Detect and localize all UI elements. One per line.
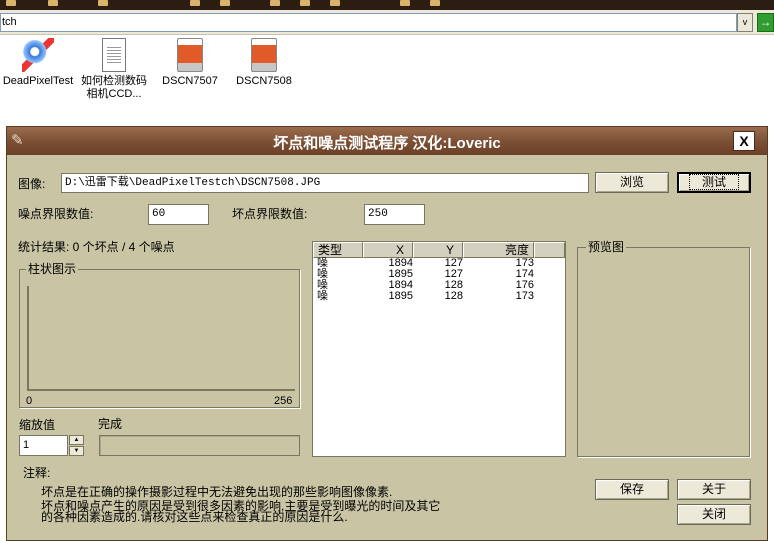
dead-threshold-label: 坏点界限数值:	[232, 207, 308, 221]
toolbar-icon[interactable]	[6, 0, 16, 6]
file-label: DeadPixelTest	[2, 75, 74, 87]
dead-pixel-dialog: ✎ 坏点和噪点测试程序 汉化:Loveric X 图像: D:\迅雷下载\Dea…	[6, 126, 768, 541]
cell-x: 1895	[388, 290, 413, 302]
address-dropdown-button[interactable]: v	[737, 13, 753, 32]
explorer-toolbar	[0, 0, 774, 10]
progress-label: 完成	[98, 417, 123, 431]
spin-down-icon[interactable]: ▼	[69, 446, 84, 456]
dead-pixel-app-icon	[22, 38, 54, 72]
image-label: 图像:	[18, 177, 46, 191]
note-title: 注释:	[23, 466, 51, 480]
column-header-blank[interactable]	[534, 242, 565, 258]
zoom-label: 缩放值	[19, 418, 56, 432]
address-input[interactable]: tch	[0, 13, 737, 32]
toolbar-icon[interactable]	[48, 0, 58, 6]
image-path-field[interactable]: D:\迅雷下载\DeadPixelTestch\DSCN7508.JPG	[61, 173, 589, 193]
spin-up-icon[interactable]: ▲	[69, 435, 84, 445]
go-button[interactable]: →	[757, 13, 774, 32]
toolbar-icon[interactable]	[430, 0, 440, 6]
table-row[interactable]: 噪 1895 128 173	[313, 291, 565, 302]
zoom-input[interactable]: 1	[19, 435, 68, 456]
toolbar-icon[interactable]	[220, 0, 230, 6]
dead-threshold-input[interactable]: 250	[364, 204, 425, 225]
file-label: DSCN7507	[162, 75, 218, 87]
column-header-x[interactable]: X	[363, 242, 413, 258]
histogram-group: 柱状图示 0 256	[19, 262, 300, 408]
note-line: 的各种因素造成的.请核对这些点来检查真正的原因是什么.	[41, 510, 348, 524]
close-icon[interactable]: X	[733, 131, 755, 151]
noise-threshold-label: 噪点界限数值:	[18, 207, 94, 221]
column-header-type[interactable]: 类型	[313, 242, 363, 258]
cell-type: 噪	[317, 290, 328, 302]
preview-title: 预览图	[586, 240, 627, 254]
browse-button[interactable]: 浏览	[595, 172, 669, 193]
toolbar-icon[interactable]	[400, 0, 410, 6]
file-dscn7508[interactable]: DSCN7508	[227, 38, 301, 88]
list-header: 类型 X Y 亮度	[313, 242, 565, 258]
toolbar-icon[interactable]	[270, 0, 280, 6]
about-button[interactable]: 关于	[677, 479, 751, 500]
title-bar[interactable]: ✎ 坏点和噪点测试程序 汉化:Loveric X	[7, 127, 767, 155]
test-button[interactable]: 测试	[677, 172, 751, 193]
text-document-icon	[102, 38, 126, 72]
noise-threshold-input[interactable]: 60	[148, 204, 209, 225]
jpeg-image-icon	[251, 38, 277, 72]
close-button[interactable]: 关闭	[677, 504, 751, 525]
column-header-luminance[interactable]: 亮度	[463, 242, 534, 258]
toolbar-icon[interactable]	[330, 0, 340, 6]
file-dscn7507[interactable]: DSCN7507	[153, 38, 227, 88]
file-deadpixeltest[interactable]: DeadPixelTest	[1, 38, 75, 88]
jpeg-image-icon	[177, 38, 203, 72]
histogram-title: 柱状图示	[26, 262, 79, 276]
histogram-min-label: 0	[26, 395, 33, 407]
toolbar-icon[interactable]	[190, 0, 200, 6]
histogram-plot	[27, 286, 295, 391]
address-bar: tch v →	[0, 10, 774, 35]
toolbar-icon[interactable]	[300, 0, 310, 6]
pixel-list[interactable]: 类型 X Y 亮度 噪 1894 127 173 噪 1895 127 174 …	[312, 241, 566, 457]
note-line: 坏点是在正确的操作摄影过程中无法避免出现的那些影响图像像素.	[41, 485, 393, 499]
dialog-title: 坏点和噪点测试程序 汉化:Loveric	[273, 135, 501, 152]
progress-bar	[99, 435, 300, 456]
preview-group: 预览图	[577, 240, 750, 457]
test-button-label: 测试	[688, 174, 739, 190]
stats-text: 统计结果: 0 个坏点 / 4 个噪点	[18, 240, 175, 254]
cell-luminance: 173	[515, 290, 534, 302]
file-label: 如何检测数码相机CCD...	[81, 75, 147, 100]
column-header-y[interactable]: Y	[413, 242, 463, 258]
file-label: DSCN7508	[236, 75, 292, 87]
histogram-max-label: 256	[274, 395, 293, 407]
save-button[interactable]: 保存	[595, 479, 669, 500]
toolbar-icon[interactable]	[98, 0, 108, 6]
cell-y: 128	[444, 290, 463, 302]
file-ccd-doc[interactable]: 如何检测数码相机CCD...	[77, 38, 151, 101]
